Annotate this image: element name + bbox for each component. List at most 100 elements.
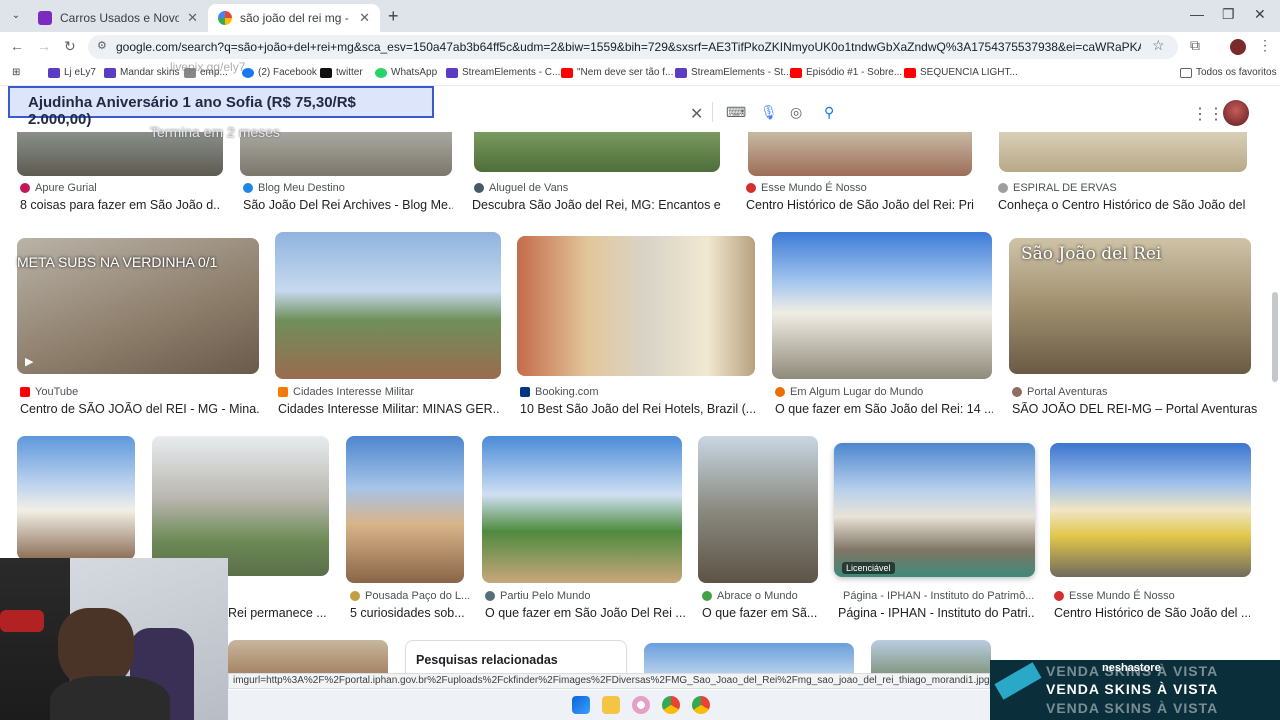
result-source[interactable]: Página - IPHAN - Instituto do Patrimô... — [838, 590, 1034, 602]
profile-avatar[interactable] — [1230, 39, 1246, 55]
restore-icon[interactable]: ❐ — [1222, 6, 1235, 23]
bookmark-item[interactable]: Episódio #1 - Sobre... — [790, 67, 902, 78]
tab-google-search[interactable]: são joão del rei mg - Pesquisa G ✕ — [208, 4, 380, 32]
result-source[interactable]: Blog Meu Destino — [243, 182, 345, 194]
new-tab-button[interactable]: + — [388, 6, 399, 27]
result-title[interactable]: Página - IPHAN - Instituto do Patri... — [838, 606, 1034, 620]
windows-start-icon[interactable] — [572, 696, 590, 714]
result-title[interactable]: Centro de SÃO JOÃO del REI - MG - Mina..… — [20, 402, 260, 416]
chrome-icon[interactable] — [662, 696, 680, 714]
result-image[interactable] — [17, 436, 135, 560]
bookmark-favicon-icon — [446, 67, 458, 78]
result-image-hovered[interactable] — [834, 443, 1035, 577]
result-source[interactable]: Pousada Paço do L... — [350, 590, 470, 602]
result-title[interactable]: 8 coisas para fazer em São João d... — [20, 198, 220, 212]
result-source[interactable]: ESPIRAL DE ERVAS — [998, 182, 1117, 194]
result-source[interactable]: Booking.com — [520, 386, 599, 398]
result-image[interactable] — [152, 436, 329, 576]
scrollbar-thumb[interactable] — [1272, 292, 1278, 382]
bookmark-label: twitter — [336, 67, 363, 78]
result-image[interactable] — [474, 132, 720, 172]
promo-line: VENDA SKINS À VISTA — [1046, 663, 1219, 679]
link-status-bar: imgurl=http%3A%2F%2Fportal.iphan.gov.br%… — [228, 673, 990, 689]
result-source[interactable]: Apure Gurial — [20, 182, 97, 194]
back-icon[interactable]: ← — [10, 38, 24, 54]
result-source[interactable]: YouTube — [20, 386, 78, 398]
result-title[interactable]: Descubra São João del Rei, MG: Encantos … — [472, 198, 724, 212]
voice-search-icon[interactable]: 🎙 — [760, 104, 778, 121]
chrome-icon[interactable] — [692, 696, 710, 714]
result-title[interactable]: SÃO JOÃO DEL REI-MG – Portal Aventuras — [1012, 402, 1262, 416]
promo-banner: neshastore VENDA SKINS À VISTA VENDA SKI… — [990, 660, 1280, 720]
bookmark-item[interactable]: twitter — [320, 67, 363, 78]
result-image[interactable] — [999, 132, 1247, 172]
bookmark-favicon-icon — [675, 67, 687, 78]
bookmark-item[interactable]: StreamElements - C... — [446, 67, 560, 78]
bookmark-item[interactable]: "Nem deve ser tão f... — [561, 67, 673, 78]
result-image[interactable] — [275, 232, 501, 379]
result-title[interactable]: 10 Best São João del Rei Hotels, Brazil … — [520, 402, 756, 416]
source-favicon-icon — [746, 183, 756, 193]
result-source[interactable]: Em Algum Lugar do Mundo — [775, 386, 923, 398]
close-window-icon[interactable]: ✕ — [1254, 6, 1266, 23]
tab-carros[interactable]: Carros Usados e Novos à venda ✕ — [28, 4, 208, 32]
knife-graphic — [994, 662, 1042, 700]
result-title[interactable]: Conheça o Centro Histórico de São João d… — [998, 198, 1250, 212]
tab-search-menu-icon[interactable]: ⌄ — [6, 7, 26, 25]
bookmark-item[interactable]: Lj eLy7 — [48, 67, 96, 78]
bookmark-item[interactable]: StreamElements - St... — [675, 67, 792, 78]
result-title[interactable]: O que fazer em São João del Rei: 14 ... — [775, 402, 993, 416]
bookmark-star-icon[interactable]: ☆ — [1152, 37, 1165, 54]
bookmark-item[interactable]: WhatsApp — [375, 67, 437, 78]
file-explorer-icon[interactable] — [602, 696, 620, 714]
bookmark-label: "Nem deve ser tão f... — [577, 67, 674, 78]
result-title[interactable]: 5 curiosidades sob... — [350, 606, 464, 620]
minimize-icon[interactable]: — — [1190, 6, 1204, 22]
result-source[interactable]: Partiu Pelo Mundo — [485, 590, 591, 602]
result-title[interactable]: Cidades Interesse Militar: MINAS GER... — [278, 402, 500, 416]
result-source[interactable]: Esse Mundo É Nosso — [746, 182, 867, 194]
result-image[interactable] — [482, 436, 682, 583]
result-source[interactable]: Esse Mundo É Nosso — [1054, 590, 1175, 602]
result-title[interactable]: São João Del Rei Archives - Blog Me... — [243, 198, 453, 212]
result-title[interactable]: Centro Histórico de São João del Rei: Pr… — [746, 198, 974, 212]
result-image[interactable]: São João del Rei — [1009, 238, 1251, 374]
bookmark-item[interactable]: (2) Facebook — [242, 67, 317, 78]
all-bookmarks[interactable]: Todos os favoritos — [1180, 67, 1277, 78]
keyboard-icon[interactable]: ⌨ — [726, 104, 746, 121]
menu-kebab-icon[interactable]: ⋮ — [1258, 37, 1272, 54]
apps-grid-icon[interactable]: ⊞ — [12, 67, 20, 78]
result-image[interactable] — [517, 236, 755, 376]
result-image[interactable] — [772, 232, 992, 379]
app-icon[interactable] — [632, 696, 650, 714]
page-scrollbar[interactable] — [1272, 92, 1278, 672]
result-title[interactable]: Centro Histórico de São João del ... — [1054, 606, 1250, 620]
google-account-avatar[interactable] — [1223, 100, 1249, 126]
url-text[interactable]: google.com/search?q=são+joão+del+rei+mg&… — [116, 40, 1141, 54]
bookmark-item[interactable]: SEQUENCIA LIGHT... — [904, 67, 1018, 78]
site-info-icon[interactable]: ⚙ — [97, 39, 107, 52]
result-title[interactable]: Rei permanece ... — [228, 606, 328, 620]
result-source[interactable]: Cidades Interesse Militar — [278, 386, 414, 398]
bookmark-label: Lj eLy7 — [64, 67, 96, 78]
result-title[interactable]: O que fazer em São João Del Rei ... — [485, 606, 685, 620]
result-source[interactable]: Aluguel de Vans — [474, 182, 568, 194]
result-image[interactable] — [346, 436, 464, 583]
clear-search-icon[interactable]: ✕ — [690, 104, 703, 124]
result-image[interactable] — [1050, 443, 1251, 577]
result-image[interactable] — [698, 436, 818, 583]
extensions-icon[interactable]: ⧉ — [1190, 37, 1200, 54]
donation-goal-subtitle: Termina em 2 meses — [150, 124, 280, 140]
reload-icon[interactable]: ↻ — [64, 38, 76, 55]
result-source[interactable]: Abrace o Mundo — [702, 590, 798, 602]
close-tab-icon[interactable]: ✕ — [187, 10, 198, 26]
close-tab-icon[interactable]: ✕ — [359, 10, 370, 26]
lens-search-icon[interactable]: ◎ — [790, 104, 802, 121]
result-source[interactable]: Portal Aventuras — [1012, 386, 1108, 398]
address-bar[interactable]: ⚙ google.com/search?q=são+joão+del+rei+m… — [88, 35, 1178, 59]
forward-icon[interactable]: → — [37, 38, 51, 54]
search-icon[interactable]: ⚲ — [824, 104, 834, 121]
result-image[interactable] — [748, 132, 972, 176]
bookmark-item[interactable]: Mandar skins — [104, 67, 179, 78]
result-title[interactable]: O que fazer em Sã... — [702, 606, 820, 620]
